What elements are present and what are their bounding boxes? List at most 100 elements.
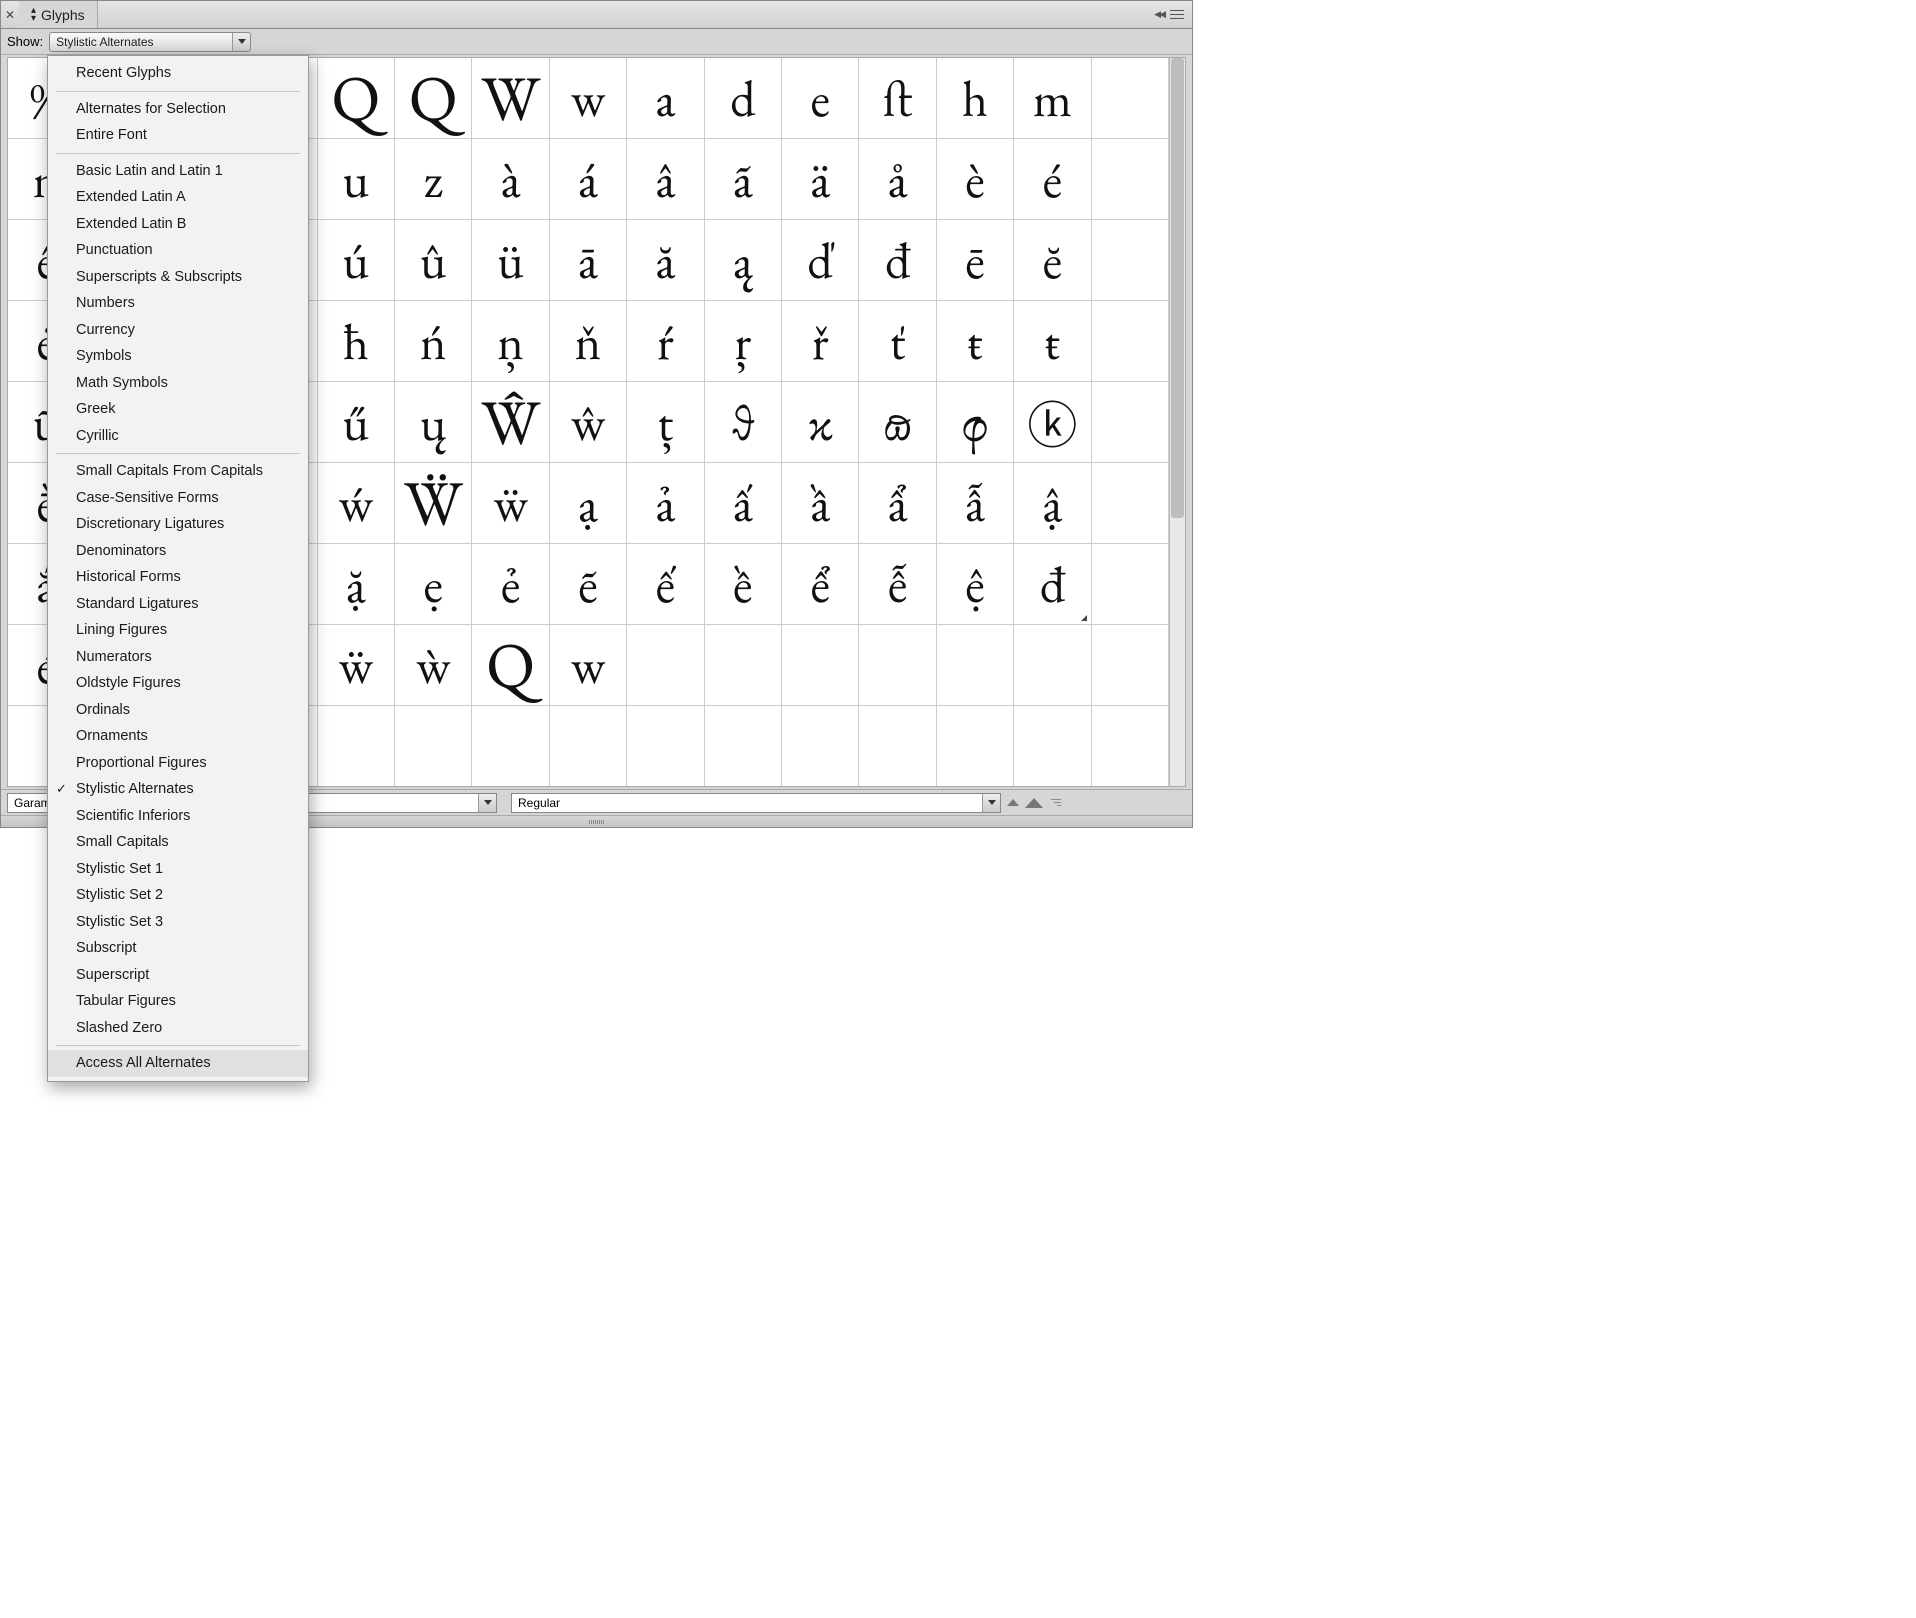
glyph-cell[interactable]: a: [627, 58, 704, 139]
glyph-cell[interactable]: ϑ: [705, 382, 782, 463]
glyph-cell[interactable]: Ŵ: [472, 382, 549, 463]
menu-item[interactable]: Entire Font: [48, 122, 308, 149]
glyph-cell[interactable]: ä: [782, 139, 859, 220]
glyph-cell[interactable]: ú: [318, 220, 395, 301]
close-icon[interactable]: ✕: [1, 8, 19, 22]
menu-item[interactable]: Punctuation: [48, 237, 308, 264]
glyph-cell[interactable]: [1092, 463, 1169, 544]
glyph-cell[interactable]: [1092, 544, 1169, 625]
menu-item[interactable]: Currency: [48, 317, 308, 344]
menu-item[interactable]: ✓Stylistic Alternates: [48, 776, 308, 803]
panel-menu-icon[interactable]: [1170, 8, 1186, 21]
glyph-cell[interactable]: [1092, 139, 1169, 220]
menu-item[interactable]: Extended Latin A: [48, 184, 308, 211]
glyph-cell[interactable]: ã: [705, 139, 782, 220]
menu-item[interactable]: Numbers: [48, 290, 308, 317]
glyph-cell[interactable]: [859, 625, 936, 706]
glyph-cell[interactable]: ầ: [782, 463, 859, 544]
glyph-cell[interactable]: ă: [627, 220, 704, 301]
glyph-cell[interactable]: ü: [472, 220, 549, 301]
glyph-cell[interactable]: ĕ: [1014, 220, 1091, 301]
glyph-cell[interactable]: [937, 706, 1014, 787]
glyph-cell[interactable]: è: [937, 139, 1014, 220]
glyph-cell[interactable]: [1092, 220, 1169, 301]
glyph-cell[interactable]: ẹ: [395, 544, 472, 625]
menu-item[interactable]: Oldstyle Figures: [48, 670, 308, 697]
show-dropdown[interactable]: Stylistic Alternates: [49, 32, 251, 52]
menu-item[interactable]: Stylistic Set 2: [48, 882, 308, 909]
glyph-cell[interactable]: ň: [550, 301, 627, 382]
glyph-cell[interactable]: [1014, 706, 1091, 787]
glyph-cell[interactable]: ẅ: [318, 625, 395, 706]
glyph-cell[interactable]: ⓚ: [1014, 382, 1091, 463]
glyph-cell[interactable]: ẅ: [472, 463, 549, 544]
glyph-cell[interactable]: w: [550, 625, 627, 706]
expand-collapse-icon[interactable]: ▴▾: [31, 7, 36, 23]
glyph-cell[interactable]: [1092, 382, 1169, 463]
zoom-out-icon[interactable]: [1007, 799, 1019, 806]
dropdown-arrow-icon[interactable]: [232, 33, 250, 51]
glyph-cell[interactable]: á: [550, 139, 627, 220]
glyph-cell[interactable]: [318, 706, 395, 787]
glyph-cell[interactable]: ā: [550, 220, 627, 301]
glyph-cell[interactable]: [937, 625, 1014, 706]
menu-item[interactable]: Tabular Figures: [48, 988, 308, 1015]
glyph-cell[interactable]: ϰ: [782, 382, 859, 463]
glyph-cell[interactable]: [859, 706, 936, 787]
glyph-cell[interactable]: ẁ: [395, 625, 472, 706]
glyph-cell[interactable]: u: [318, 139, 395, 220]
zoom-in-icon[interactable]: [1025, 798, 1043, 808]
menu-item[interactable]: Symbols: [48, 343, 308, 370]
scroll-thumb[interactable]: [1171, 58, 1184, 518]
glyph-cell[interactable]: e: [782, 58, 859, 139]
glyph-cell[interactable]: z: [395, 139, 472, 220]
glyph-cell[interactable]: [1014, 625, 1091, 706]
glyph-cell[interactable]: ŵ: [550, 382, 627, 463]
collapse-horizontal-icon[interactable]: ◀◀: [1154, 9, 1164, 20]
menu-item[interactable]: Ornaments: [48, 723, 308, 750]
menu-item[interactable]: Lining Figures: [48, 617, 308, 644]
dropdown-arrow-icon[interactable]: [982, 794, 1000, 812]
menu-item[interactable]: Superscripts & Subscripts: [48, 264, 308, 291]
glyph-cell[interactable]: [782, 706, 859, 787]
glyph-cell[interactable]: ē: [937, 220, 1014, 301]
glyph-cell[interactable]: Ẅ: [395, 463, 472, 544]
glyph-cell[interactable]: Q: [318, 58, 395, 139]
glyph-cell[interactable]: â: [627, 139, 704, 220]
glyph-cell[interactable]: ế: [627, 544, 704, 625]
menu-item[interactable]: Alternates for Selection: [48, 96, 308, 123]
menu-item[interactable]: Small Capitals From Capitals: [48, 458, 308, 485]
glyph-cell[interactable]: [782, 625, 859, 706]
glyph-cell[interactable]: ẩ: [859, 463, 936, 544]
glyph-cell[interactable]: à: [472, 139, 549, 220]
glyph-cell[interactable]: [705, 706, 782, 787]
glyph-cell[interactable]: ậ: [1014, 463, 1091, 544]
glyph-cell[interactable]: [705, 625, 782, 706]
menu-item[interactable]: Access All Alternates: [48, 1050, 308, 1077]
glyph-cell[interactable]: [1092, 625, 1169, 706]
menu-item[interactable]: Standard Ligatures: [48, 591, 308, 618]
glyph-cell[interactable]: ŕ: [627, 301, 704, 382]
menu-item[interactable]: Extended Latin B: [48, 211, 308, 238]
glyph-cell[interactable]: ạ: [550, 463, 627, 544]
glyph-cell[interactable]: m: [1014, 58, 1091, 139]
glyph-cell[interactable]: ț: [627, 382, 704, 463]
menu-item[interactable]: Case-Sensitive Forms: [48, 485, 308, 512]
menu-item[interactable]: Scientific Inferiors: [48, 803, 308, 830]
menu-item[interactable]: Stylistic Set 3: [48, 909, 308, 936]
glyph-cell[interactable]: ẫ: [937, 463, 1014, 544]
glyph-cell[interactable]: φ: [937, 382, 1014, 463]
glyph-cell[interactable]: ų: [395, 382, 472, 463]
glyph-cell[interactable]: d: [705, 58, 782, 139]
glyph-cell[interactable]: å: [859, 139, 936, 220]
menu-item[interactable]: Greek: [48, 396, 308, 423]
glyph-cell[interactable]: W: [472, 58, 549, 139]
glyph-cell[interactable]: [395, 706, 472, 787]
glyph-cell[interactable]: [1092, 301, 1169, 382]
menu-item[interactable]: Denominators: [48, 538, 308, 565]
dropdown-arrow-icon[interactable]: [478, 794, 496, 812]
glyph-cell[interactable]: ħ: [318, 301, 395, 382]
tab-glyphs[interactable]: ▴▾ Glyphs: [19, 1, 98, 28]
glyph-cell[interactable]: ŧ: [937, 301, 1014, 382]
menu-item[interactable]: Cyrillic: [48, 423, 308, 450]
